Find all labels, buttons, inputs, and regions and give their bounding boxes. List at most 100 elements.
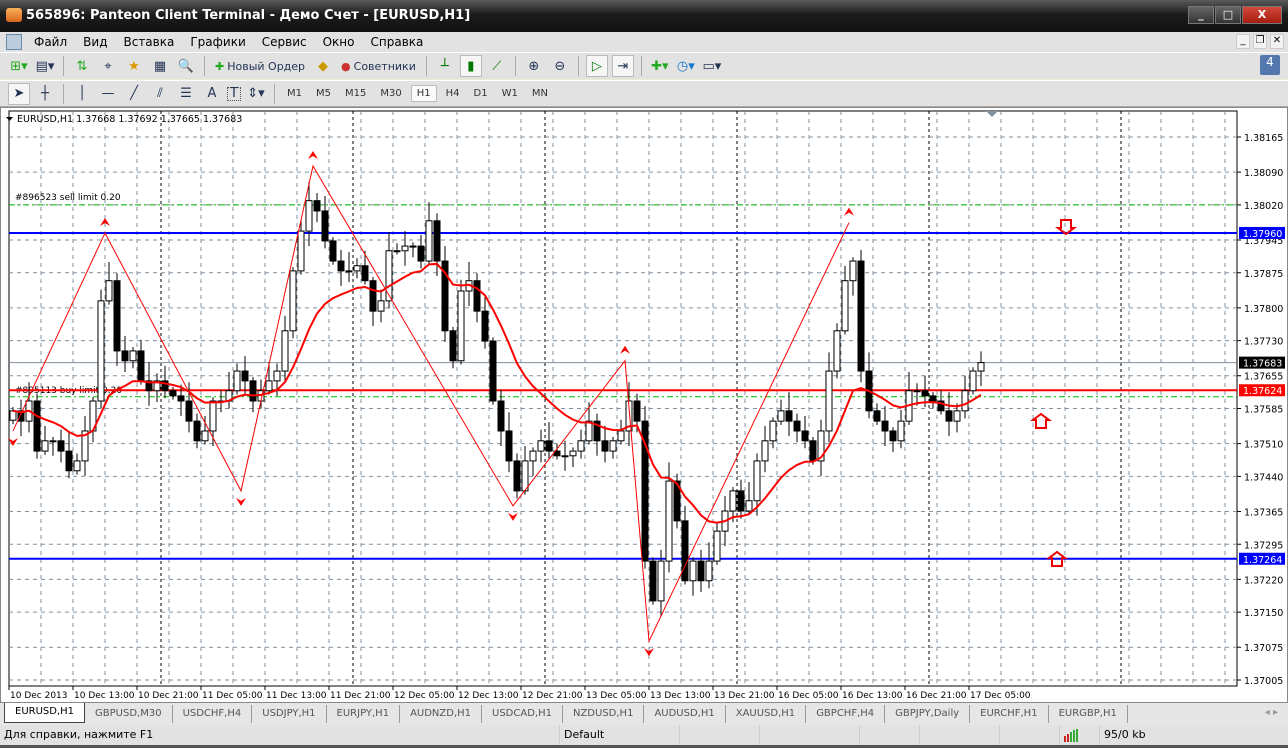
chart-tab[interactable]: USDCHF,H4 — [173, 705, 253, 723]
maximize-button[interactable]: □ — [1215, 6, 1241, 24]
bear-candle — [185, 400, 193, 422]
bull-candle — [897, 420, 905, 442]
bull-candle — [617, 430, 625, 442]
crosshair-icon[interactable]: ┼ — [34, 83, 56, 105]
mdi-minimize-button[interactable]: _ — [1236, 34, 1250, 49]
price-tick-label: 1.38165 — [1244, 133, 1283, 144]
text-label-tool[interactable]: T — [227, 86, 241, 101]
new-order-button[interactable]: ✚ Новый Ордер — [212, 55, 308, 77]
bear-candle — [545, 440, 553, 452]
bull-candle — [849, 260, 857, 282]
bear-candle — [737, 490, 745, 512]
status-bar: Для справки, нажмите F1 Default 95/0 kb — [0, 725, 1288, 745]
bull-candle — [49, 440, 57, 443]
bear-candle — [113, 280, 121, 352]
menu-view[interactable]: Вид — [75, 35, 115, 49]
menu-tools[interactable]: Сервис — [254, 35, 315, 49]
advisors-label: Советники — [353, 59, 416, 73]
chart-shift-icon[interactable]: ⇥ — [611, 55, 634, 77]
bull-candle — [233, 370, 241, 392]
data-window-icon[interactable]: ⌖ — [97, 55, 119, 77]
chart-tab[interactable]: GBPCHF,H4 — [806, 705, 886, 723]
timeframe-h1[interactable]: H1 — [410, 85, 437, 102]
time-tick-label: 16 Dec 21:00 — [906, 691, 967, 701]
chart-tab[interactable]: EURJPY,H1 — [327, 705, 401, 723]
close-button[interactable]: X — [1242, 6, 1282, 24]
chart-tab[interactable]: EURGBP,H1 — [1049, 705, 1128, 723]
chart-tab[interactable]: EURUSD,H1 — [4, 703, 86, 723]
price-label: 1.37683 — [1243, 359, 1282, 370]
minimize-button[interactable]: _ — [1188, 6, 1214, 24]
horizontal-line-icon[interactable]: — — [97, 83, 119, 105]
timeframe-d1[interactable]: D1 — [469, 86, 493, 101]
navigator-icon[interactable]: ★ — [123, 55, 145, 77]
vertical-line-icon[interactable]: │ — [71, 83, 93, 105]
menu-file[interactable]: Файл — [26, 35, 75, 49]
price-label: 1.37960 — [1243, 229, 1282, 240]
menu-window[interactable]: Окно — [315, 35, 363, 49]
price-tick-label: 1.37440 — [1244, 472, 1283, 483]
strategy-tester-icon[interactable]: 🔍 — [175, 55, 197, 77]
terminal-icon[interactable]: ▦ — [149, 55, 171, 77]
chart-tab[interactable]: AUDNZD,H1 — [400, 705, 483, 723]
line-chart-icon[interactable]: ⟋ — [486, 55, 508, 77]
profile-name: Default — [560, 725, 680, 745]
profiles-icon[interactable]: ▤▾ — [34, 55, 56, 77]
mdi-restore-button[interactable]: ❐ — [1253, 34, 1267, 49]
timeframe-m30[interactable]: M30 — [375, 86, 406, 101]
timeframe-m15[interactable]: M15 — [340, 86, 371, 101]
arrows-icon[interactable]: ⇕▾ — [245, 83, 267, 105]
chart-tab[interactable]: XAUUSD,H1 — [726, 705, 807, 723]
price-tick-label: 1.37800 — [1244, 304, 1283, 315]
bull-candle — [665, 480, 673, 562]
bear-candle — [513, 460, 521, 492]
bull-candle — [569, 450, 577, 457]
periods-icon[interactable]: ◷▾ — [675, 55, 697, 77]
bull-candle — [561, 455, 569, 458]
trendline-icon[interactable]: ╱ — [123, 83, 145, 105]
zoom-out-icon[interactable]: ⊖ — [549, 55, 571, 77]
equidistant-channel-icon[interactable]: ⫽ — [149, 83, 171, 105]
text-tool[interactable]: A — [201, 83, 223, 105]
chart-tab[interactable]: EURCHF,H1 — [970, 705, 1049, 723]
bar-chart-icon[interactable]: ┴ — [434, 55, 456, 77]
bull-candle — [609, 440, 617, 452]
notifications-badge[interactable]: 4 — [1260, 55, 1280, 75]
chart-tab[interactable]: GBPJPY,Daily — [885, 705, 971, 723]
candlestick-icon[interactable]: ▮ — [459, 55, 482, 77]
menu-charts[interactable]: Графики — [182, 35, 253, 49]
bull-candle — [705, 560, 713, 582]
market-watch-icon[interactable]: ⇅ — [71, 55, 93, 77]
timeframe-w1[interactable]: W1 — [497, 86, 523, 101]
zoom-in-icon[interactable]: ⊕ — [523, 55, 545, 77]
bear-candle — [857, 260, 865, 372]
mdi-close-button[interactable]: ✕ — [1270, 34, 1284, 49]
bear-candle — [193, 420, 201, 442]
timeframe-h4[interactable]: H4 — [441, 86, 465, 101]
expert-advisors-button[interactable]: ● Советники — [338, 55, 419, 77]
alert-icon[interactable]: ◆ — [312, 55, 334, 77]
chart-window[interactable]: 1.38165 1.38090 1.38020 1.37945 1.37875 1.378… — [0, 107, 1288, 703]
timeframe-m1[interactable]: M1 — [282, 86, 307, 101]
templates-icon[interactable]: ▭▾ — [701, 55, 723, 77]
auto-scroll-icon[interactable]: ▷ — [585, 55, 608, 77]
chart-tab[interactable]: GBPUSD,M30 — [85, 705, 173, 723]
drawing-toolbar: ➤ ┼ │ — ╱ ⫽ ☰ A T ⇕▾ M1 M5 M15 M30 H1 H4… — [0, 80, 1288, 107]
bull-candle — [297, 230, 305, 272]
chart-tab[interactable]: AUDUSD,H1 — [644, 705, 726, 723]
menu-help[interactable]: Справка — [363, 35, 432, 49]
indicators-icon[interactable]: ✚▾ — [649, 55, 671, 77]
chart-tab[interactable]: USDJPY,H1 — [252, 705, 327, 723]
price-chart[interactable]: 1.381651.380901.380201.379451.378751.378… — [1, 108, 1287, 702]
chart-tab[interactable]: USDCAD,H1 — [482, 705, 563, 723]
chart-tab[interactable]: NZDUSD,H1 — [563, 705, 645, 723]
cursor-icon[interactable]: ➤ — [8, 82, 30, 105]
bear-candle — [889, 430, 897, 442]
timeframe-m5[interactable]: M5 — [311, 86, 336, 101]
menu-insert[interactable]: Вставка — [115, 35, 182, 49]
tab-scroll-arrows[interactable]: ◂ ▸ — [1265, 707, 1278, 718]
price-tick-label: 1.37150 — [1244, 608, 1283, 619]
new-chart-icon[interactable]: ⊞▾ — [8, 55, 30, 77]
fibonacci-icon[interactable]: ☰ — [175, 83, 197, 105]
timeframe-mn[interactable]: MN — [527, 86, 553, 101]
